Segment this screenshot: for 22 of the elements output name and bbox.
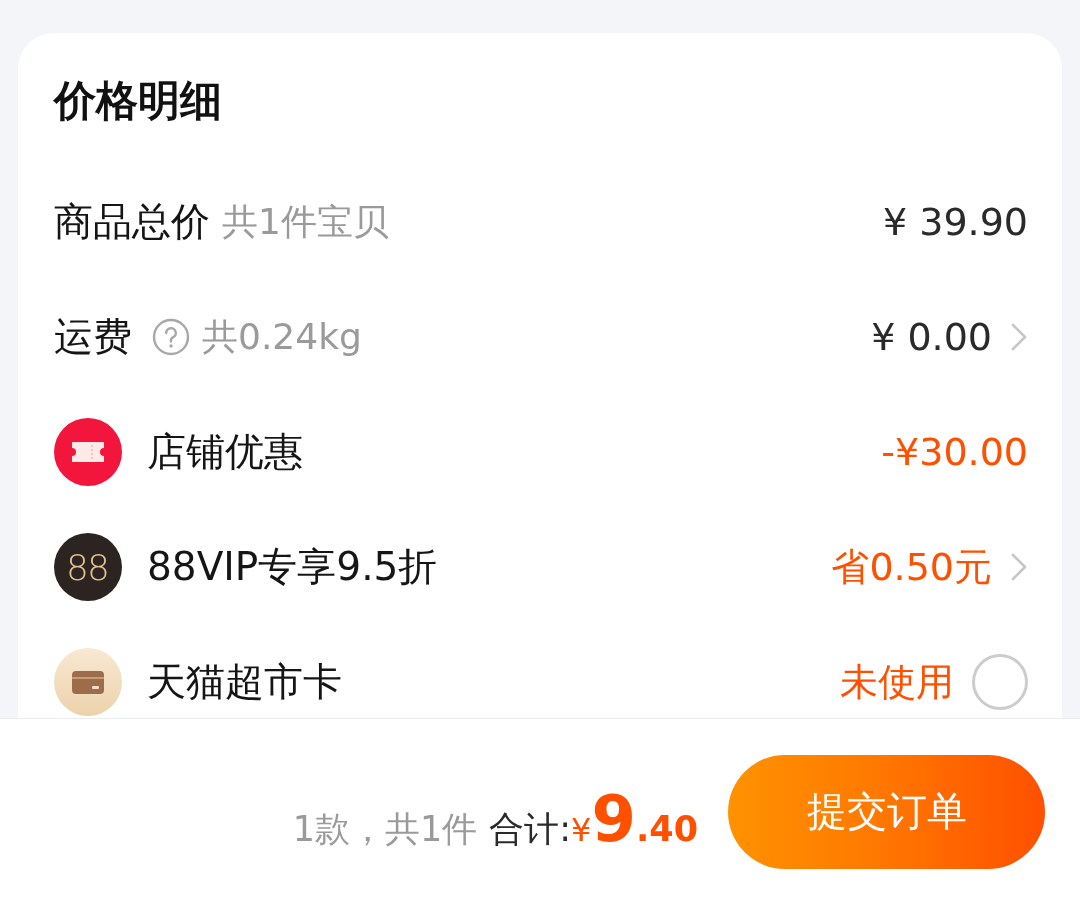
row-label: 商品总价 [54,198,210,246]
row-value: ¥ 39.90 [882,200,1028,244]
row-note: 共1件宝贝 [222,199,389,244]
total-label: 合计: [489,807,572,851]
total-amount: ¥9.40 [571,781,698,856]
row-label: 天猫超市卡 [147,658,342,706]
card-icon [54,648,122,716]
submit-button[interactable]: 提交订单 [728,754,1045,869]
row-value: 未使用 [840,658,954,706]
row-value: ¥ 0.00 [871,315,992,359]
ticket-icon [54,418,122,486]
row-value: 省0.50元 [831,543,992,591]
row-label: 运费 [54,313,132,361]
membership-badge: 88 [54,533,122,601]
section-title: 价格明细 [54,75,222,127]
row-note: 共0.24kg [202,314,362,359]
row-label: 88VIP专享9.5折 [147,543,438,591]
item-count: 1款，共1件 [292,807,478,851]
row-value: -¥30.00 [881,430,1028,474]
radio-button[interactable] [972,654,1028,710]
help-icon[interactable] [152,318,190,356]
row-label: 店铺优惠 [147,428,303,476]
